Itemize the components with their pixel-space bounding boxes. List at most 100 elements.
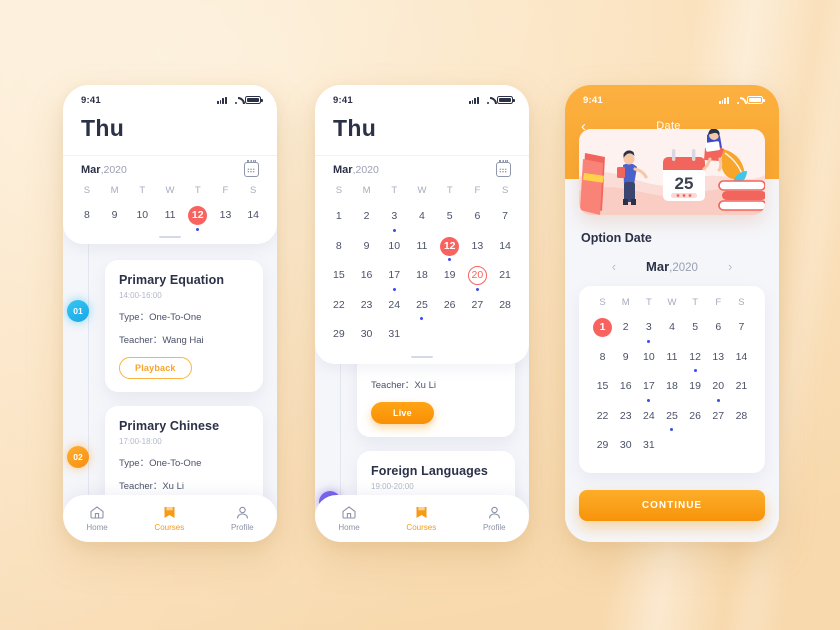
day-cell[interactable]: 28 xyxy=(730,404,753,434)
drag-handle[interactable] xyxy=(411,355,433,358)
day-cell[interactable]: 20 xyxy=(464,263,492,293)
day-number: 24 xyxy=(388,298,401,311)
course-time: 17:00-18:00 xyxy=(119,436,162,446)
next-month-icon[interactable]: › xyxy=(728,259,732,274)
day-cell[interactable]: 31 xyxy=(380,322,408,352)
day-cell[interactable]: 19 xyxy=(436,263,464,293)
day-cell[interactable]: 11 xyxy=(156,204,184,234)
weekday-label-0: S xyxy=(599,297,606,308)
day-cell[interactable]: 14 xyxy=(239,204,267,234)
day-cell[interactable]: 24 xyxy=(380,293,408,323)
day-cell[interactable]: 8 xyxy=(73,204,101,234)
day-cell[interactable]: 24 xyxy=(637,404,660,434)
day-number: 18 xyxy=(416,269,428,281)
day-cell[interactable]: 9 xyxy=(353,234,381,264)
day-cell[interactable]: 14 xyxy=(730,345,753,375)
day-cell[interactable]: 17 xyxy=(380,263,408,293)
tab-courses[interactable]: Courses xyxy=(406,506,436,532)
tab-home[interactable]: Home xyxy=(86,505,108,532)
day-cell[interactable]: 13 xyxy=(464,234,492,264)
day-cell[interactable]: 21 xyxy=(491,263,519,293)
day-cell[interactable]: 12 xyxy=(436,234,464,264)
drag-handle[interactable] xyxy=(159,235,181,238)
day-cell[interactable]: 31 xyxy=(637,433,660,463)
course-card[interactable]: Primary Equation 14:00-16:00 Type：One-To-O… xyxy=(105,259,263,392)
day-number: 21 xyxy=(499,269,511,281)
day-cell[interactable]: 1 xyxy=(591,315,614,345)
day-cell[interactable]: 21 xyxy=(730,374,753,404)
day-cell[interactable]: 10 xyxy=(128,204,156,234)
tab-home[interactable]: Home xyxy=(338,505,360,532)
day-cell[interactable]: 30 xyxy=(614,433,637,463)
day-cell[interactable]: 22 xyxy=(325,293,353,323)
day-cell[interactable]: 5 xyxy=(684,315,707,345)
day-cell[interactable]: 14 xyxy=(491,234,519,264)
course-status-badge[interactable]: Playback xyxy=(119,356,192,379)
day-cell[interactable]: 13 xyxy=(707,345,730,375)
day-cell[interactable]: 29 xyxy=(591,433,614,463)
day-number: 28 xyxy=(735,409,748,422)
tab-profile[interactable]: Profile xyxy=(231,506,254,532)
day-cell[interactable]: 9 xyxy=(101,204,129,234)
weekday-label-3: W xyxy=(417,185,427,196)
day-cell[interactable]: 26 xyxy=(684,404,707,434)
day-cell[interactable]: 13 xyxy=(212,204,240,234)
day-cell[interactable]: 8 xyxy=(325,234,353,264)
day-cell[interactable]: 16 xyxy=(614,374,637,404)
day-cell[interactable]: 19 xyxy=(684,374,707,404)
day-cell[interactable]: 3 xyxy=(380,204,408,234)
day-cell[interactable]: 12 xyxy=(184,204,212,234)
day-cell[interactable]: 11 xyxy=(408,234,436,264)
day-cell[interactable]: 3 xyxy=(637,315,660,345)
day-cell[interactable]: 16 xyxy=(353,263,381,293)
day-cell[interactable]: 15 xyxy=(325,263,353,293)
day-number: 20 xyxy=(712,380,725,392)
day-cell[interactable]: 20 xyxy=(707,374,730,404)
day-cell[interactable]: 25 xyxy=(408,293,436,323)
day-cell[interactable]: 28 xyxy=(491,293,519,323)
day-cell[interactable]: 18 xyxy=(408,263,436,293)
continue-button[interactable]: CONTINUE xyxy=(579,489,765,521)
day-cell[interactable]: 4 xyxy=(660,315,683,345)
day-cell[interactable]: 26 xyxy=(436,293,464,323)
day-cell[interactable]: 6 xyxy=(464,204,492,234)
day-cell[interactable]: 4 xyxy=(408,204,436,234)
day-cell[interactable]: 27 xyxy=(707,404,730,434)
status-bar-time: 9:41 xyxy=(333,94,353,106)
day-cell[interactable]: 1 xyxy=(325,204,353,234)
prev-month-icon[interactable]: ‹ xyxy=(612,259,616,274)
day-cell[interactable]: 15 xyxy=(591,374,614,404)
tab-courses[interactable]: Courses xyxy=(154,506,184,532)
day-cell[interactable]: 5 xyxy=(436,204,464,234)
day-cell[interactable]: 29 xyxy=(325,322,353,352)
day-cell[interactable]: 9 xyxy=(614,345,637,375)
weekday-label-6: S xyxy=(738,297,745,308)
day-number: 27 xyxy=(712,409,725,422)
day-cell[interactable]: 7 xyxy=(491,204,519,234)
day-cell[interactable]: 23 xyxy=(353,293,381,323)
day-cell[interactable]: 10 xyxy=(637,345,660,375)
status-bar: 9:41 xyxy=(315,85,529,111)
day-cell[interactable]: 22 xyxy=(591,404,614,434)
event-dot xyxy=(475,287,479,291)
day-cell[interactable]: 17 xyxy=(637,374,660,404)
day-number: 4 xyxy=(669,321,675,333)
calendar-icon[interactable] xyxy=(496,159,511,177)
day-cell[interactable]: 8 xyxy=(591,345,614,375)
weekday-label-0: S xyxy=(83,185,91,196)
day-cell[interactable]: 11 xyxy=(660,345,683,375)
course-status-badge[interactable]: Live xyxy=(371,401,434,424)
day-cell[interactable]: 18 xyxy=(660,374,683,404)
calendar-icon[interactable] xyxy=(244,159,259,177)
day-cell[interactable]: 2 xyxy=(614,315,637,345)
day-cell[interactable]: 6 xyxy=(707,315,730,345)
day-cell[interactable]: 10 xyxy=(380,234,408,264)
day-cell[interactable]: 27 xyxy=(464,293,492,323)
day-cell[interactable]: 2 xyxy=(353,204,381,234)
day-cell[interactable]: 23 xyxy=(614,404,637,434)
tab-profile[interactable]: Profile xyxy=(483,506,506,532)
day-cell[interactable]: 30 xyxy=(353,322,381,352)
day-cell[interactable]: 25 xyxy=(660,404,683,434)
day-cell[interactable]: 12 xyxy=(684,345,707,375)
day-cell[interactable]: 7 xyxy=(730,315,753,345)
